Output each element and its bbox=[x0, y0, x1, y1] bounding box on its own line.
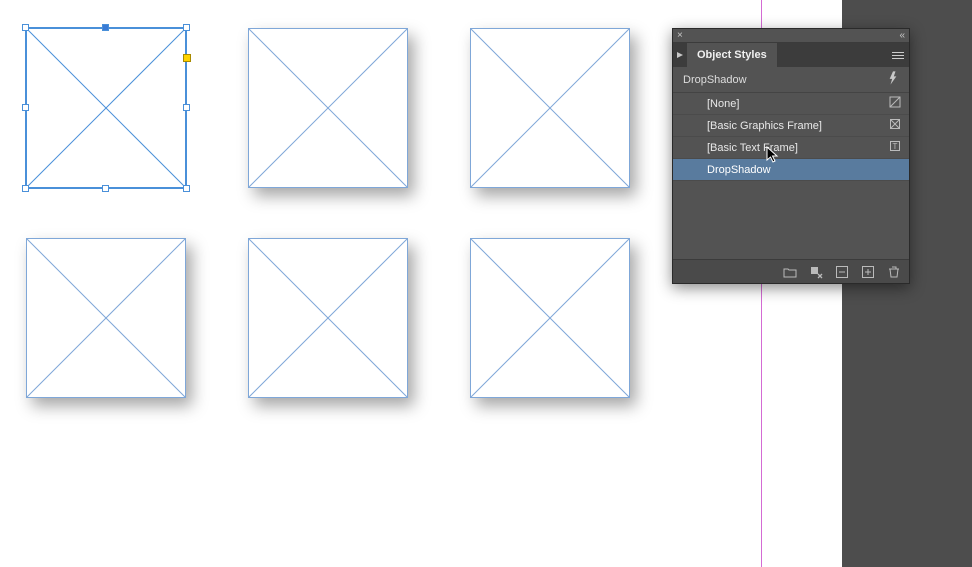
graphic-frame[interactable] bbox=[248, 238, 408, 398]
menu-icon bbox=[892, 50, 904, 61]
graphic-frame[interactable] bbox=[26, 238, 186, 398]
style-name: DropShadow bbox=[707, 164, 771, 176]
svg-text:T: T bbox=[893, 142, 898, 151]
panel-footer bbox=[673, 259, 909, 283]
quick-apply-icon[interactable] bbox=[885, 71, 901, 88]
style-list-empty[interactable] bbox=[673, 181, 909, 259]
style-list[interactable]: [None] [Basic Graphics Frame] [Basic Tex… bbox=[673, 93, 909, 181]
applied-style-name: DropShadow bbox=[683, 74, 747, 86]
none-style-icon bbox=[887, 96, 903, 111]
object-styles-panel[interactable]: × « Object Styles DropShadow [None] bbox=[672, 28, 910, 284]
style-row-none[interactable]: [None] bbox=[673, 93, 909, 115]
style-row-basic-graphics[interactable]: [Basic Graphics Frame] bbox=[673, 115, 909, 137]
style-name: [None] bbox=[707, 98, 739, 110]
close-panel-icon[interactable]: × bbox=[677, 31, 683, 41]
clear-attributes-icon[interactable] bbox=[835, 265, 849, 279]
graphic-frame[interactable] bbox=[470, 238, 630, 398]
content-grabber-indicator[interactable] bbox=[183, 54, 191, 62]
tab-label: Object Styles bbox=[697, 49, 767, 61]
resize-handle-tr[interactable] bbox=[183, 24, 190, 31]
folder-icon[interactable] bbox=[783, 265, 797, 279]
graphic-frame[interactable] bbox=[470, 28, 630, 188]
graphics-frame-icon bbox=[887, 118, 903, 133]
graphic-frame-selected[interactable] bbox=[26, 28, 186, 188]
resize-handle-br[interactable] bbox=[183, 185, 190, 192]
tab-object-styles[interactable]: Object Styles bbox=[687, 43, 778, 67]
style-name: [Basic Text Frame] bbox=[707, 142, 798, 154]
resize-handle-tm[interactable] bbox=[102, 24, 109, 31]
panel-expander-icon[interactable] bbox=[673, 43, 687, 67]
panel-menu-button[interactable] bbox=[887, 43, 909, 67]
resize-handle-bm[interactable] bbox=[102, 185, 109, 192]
style-row-basic-text[interactable]: [Basic Text Frame] T bbox=[673, 137, 909, 159]
style-row-dropshadow[interactable]: DropShadow bbox=[673, 159, 909, 181]
graphic-frame[interactable] bbox=[248, 28, 408, 188]
delete-style-icon[interactable] bbox=[887, 265, 901, 279]
style-name: [Basic Graphics Frame] bbox=[707, 120, 822, 132]
collapse-panel-icon[interactable]: « bbox=[899, 31, 905, 41]
resize-handle-tl[interactable] bbox=[22, 24, 29, 31]
resize-handle-mr[interactable] bbox=[183, 104, 190, 111]
resize-handle-bl[interactable] bbox=[22, 185, 29, 192]
panel-chrome[interactable]: × « bbox=[673, 29, 909, 43]
text-frame-icon: T bbox=[887, 140, 903, 155]
clear-override-icon[interactable] bbox=[809, 265, 823, 279]
document-canvas[interactable]: × « Object Styles DropShadow [None] bbox=[0, 0, 972, 567]
resize-handle-ml[interactable] bbox=[22, 104, 29, 111]
new-style-icon[interactable] bbox=[861, 265, 875, 279]
